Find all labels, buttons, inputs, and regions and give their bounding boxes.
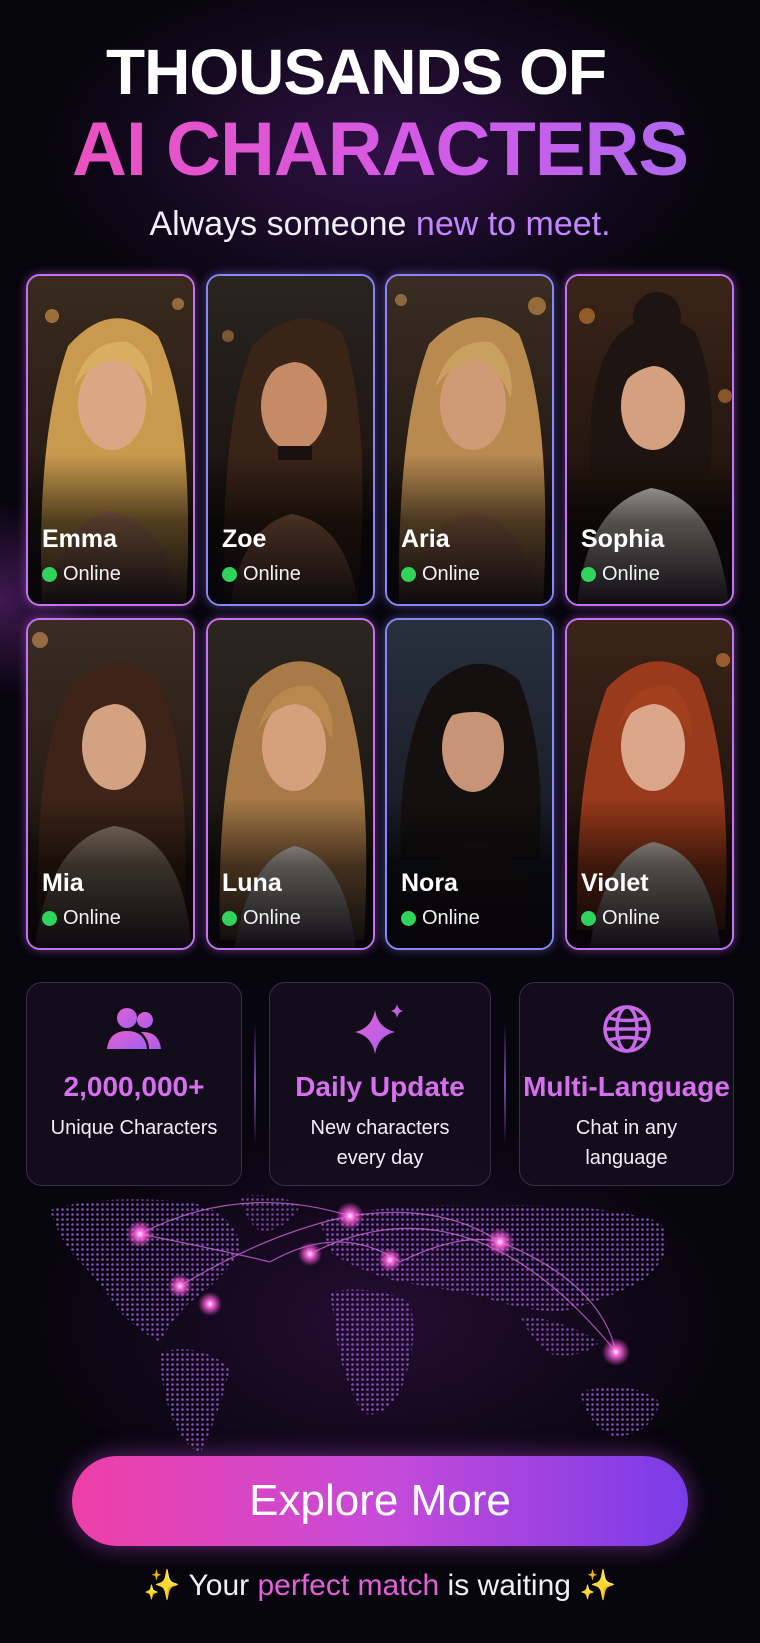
online-dot-icon: [42, 911, 57, 926]
status-badge: Online: [222, 563, 301, 586]
character-name: Luna: [222, 869, 282, 897]
online-dot-icon: [42, 567, 57, 582]
subtitle: Always someone new to meet.: [0, 204, 760, 244]
divider: [504, 1022, 506, 1146]
online-dot-icon: [222, 911, 237, 926]
character-card-mia[interactable]: Mia Online: [26, 618, 195, 950]
globe-icon: [520, 1001, 733, 1057]
feature-desc-line1: Chat in any: [575, 1117, 678, 1139]
status-text: Online: [422, 907, 480, 929]
subtitle-text: Always someone: [149, 205, 416, 243]
online-dot-icon: [401, 911, 416, 926]
online-dot-icon: [581, 567, 596, 582]
status-text: Online: [243, 907, 301, 929]
status-badge: Online: [581, 563, 660, 586]
status-text: Online: [63, 907, 121, 929]
feature-desc-line2: language: [585, 1147, 668, 1169]
status-badge: Online: [401, 563, 480, 586]
footer-text-after: is waiting: [439, 1569, 571, 1602]
character-name: Mia: [42, 869, 84, 897]
feature-desc-line2: every day: [336, 1147, 424, 1169]
character-card-luna[interactable]: Luna Online: [206, 618, 375, 950]
status-text: Online: [602, 907, 660, 929]
status-badge: Online: [42, 907, 121, 930]
explore-more-button[interactable]: Explore More: [72, 1456, 688, 1546]
character-card-violet[interactable]: Violet Online: [565, 618, 734, 950]
sparkle-icon: ✨: [143, 1569, 181, 1602]
online-dot-icon: [222, 567, 237, 582]
character-card-aria[interactable]: Aria Online: [385, 274, 554, 606]
feature-description: Unique Characters: [27, 1113, 241, 1143]
divider: [254, 1022, 256, 1146]
feature-title: Daily Update: [295, 1071, 465, 1102]
promo-page: THOUSANDS OF AI CHARACTERS Always someon…: [0, 0, 760, 1643]
feature-title: 2,000,000+: [63, 1071, 205, 1102]
online-dot-icon: [401, 567, 416, 582]
character-name: Aria: [401, 525, 450, 553]
character-grid: Emma Online Zoe Online Aria Online Sophi…: [26, 274, 734, 950]
online-dot-icon: [581, 911, 596, 926]
character-name: Nora: [401, 869, 458, 897]
status-text: Online: [422, 563, 480, 585]
features-row: 2,000,000+ Unique Characters Daily Updat…: [26, 982, 734, 1186]
status-text: Online: [243, 563, 301, 585]
feature-unique-characters: 2,000,000+ Unique Characters: [26, 982, 242, 1186]
feature-description: Chat in any language: [520, 1113, 733, 1173]
footer-tagline: ✨ Your perfect match is waiting ✨: [0, 1568, 760, 1603]
character-card-sophia[interactable]: Sophia Online: [565, 274, 734, 606]
character-card-emma[interactable]: Emma Online: [26, 274, 195, 606]
footer-highlight: perfect match: [257, 1569, 440, 1602]
footer-text-before: Your: [188, 1569, 258, 1602]
feature-desc-line1: New characters: [310, 1117, 450, 1139]
status-badge: Online: [401, 907, 480, 930]
subtitle-highlight: new to meet.: [415, 205, 611, 243]
feature-title: Multi-Language: [523, 1071, 730, 1102]
sparkle-icon: ✨: [579, 1569, 617, 1602]
status-text: Online: [63, 563, 121, 585]
feature-daily-update: Daily Update New characters every day: [269, 982, 491, 1186]
character-name: Emma: [42, 525, 118, 553]
title-line-2: AI CHARACTERS: [0, 110, 760, 190]
feature-desc-line1: Unique Characters: [50, 1117, 218, 1139]
character-name: Zoe: [222, 525, 267, 553]
header: THOUSANDS OF AI CHARACTERS Always someon…: [0, 34, 760, 244]
character-name: Sophia: [581, 525, 665, 553]
character-name: Violet: [581, 869, 649, 897]
character-card-zoe[interactable]: Zoe Online: [206, 274, 375, 606]
sparkle-icon: [270, 1001, 490, 1057]
world-map: [50, 1195, 667, 1454]
status-badge: Online: [581, 907, 660, 930]
feature-multi-language: Multi-Language Chat in any language: [519, 982, 734, 1186]
feature-description: New characters every day: [270, 1113, 490, 1173]
status-text: Online: [602, 563, 660, 585]
status-badge: Online: [42, 563, 121, 586]
character-card-nora[interactable]: Nora Online: [385, 618, 554, 950]
title-line-1: THOUSANDS OF: [106, 36, 607, 108]
users-icon: [27, 1001, 241, 1057]
status-badge: Online: [222, 907, 301, 930]
